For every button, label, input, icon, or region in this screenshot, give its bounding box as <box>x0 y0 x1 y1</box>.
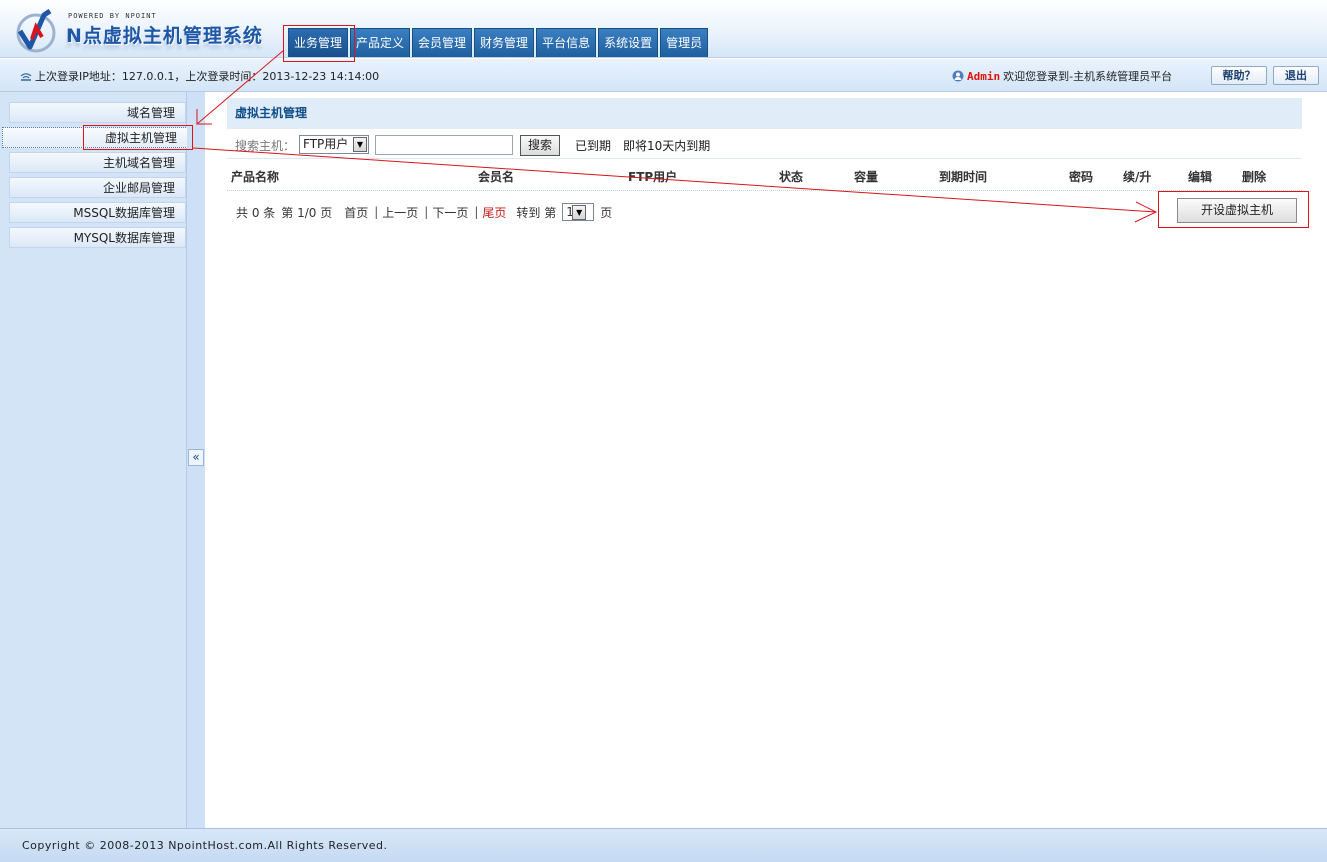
table-header: 产品名称 会员名 FTP用户 状态 容量 到期时间 密码 续/升 编辑 删除 <box>227 161 1302 191</box>
total-count: 共 0 条 <box>236 205 276 220</box>
column-renew-upgrade: 续/升 <box>1123 170 1152 184</box>
column-product-name: 产品名称 <box>231 170 280 184</box>
logout-button[interactable]: 退出 <box>1273 66 1319 85</box>
search-select-value: FTP用户 <box>303 137 349 151</box>
goto-prefix: 转到 第 <box>516 205 557 220</box>
annotation-box-business-tab <box>283 25 355 62</box>
next-page-link[interactable]: 下一页 <box>432 204 468 221</box>
signal-icon <box>20 73 32 81</box>
sidebar-item-host-domain[interactable]: 主机域名管理 <box>9 152 186 173</box>
sidebar: 域名管理 虚拟主机管理 主机域名管理 企业邮局管理 MSSQL数据库管理 MYS… <box>0 92 188 828</box>
search-bar: 搜索主机： FTP用户 ▼ 搜索 已到期 即将10天内到期 <box>227 132 1302 159</box>
column-password: 密码 <box>1069 170 1094 184</box>
search-button[interactable]: 搜索 <box>520 135 560 156</box>
collapse-sidebar-button[interactable]: « <box>188 449 204 466</box>
pager-separator: | <box>374 205 379 219</box>
header: POWERED BY NPOINT N点虚拟主机管理系统 业务管理 产品定义 会… <box>0 0 1327 58</box>
prev-page-link[interactable]: 上一页 <box>382 204 418 221</box>
sidebar-item-mysql[interactable]: MYSQL数据库管理 <box>9 227 186 248</box>
expiring-soon-filter-link[interactable]: 即将10天内到期 <box>623 137 710 154</box>
welcome-text: 欢迎您登录到-主机系统管理员平台 <box>1003 70 1173 83</box>
page-select[interactable]: 1 ▼ <box>562 203 595 221</box>
sidebar-item-enterprise-mail[interactable]: 企业邮局管理 <box>9 177 186 198</box>
help-button[interactable]: 帮助？ <box>1211 66 1267 85</box>
pagination: 共 0 条 第 1/0 页 首页 | 上一页 | 下一页 | 尾页 转到 第 1… <box>236 203 618 221</box>
goto-suffix: 页 <box>600 205 613 220</box>
column-edit: 编辑 <box>1188 170 1213 184</box>
footer: Copyright © 2008-2013 NpointHost.com.All… <box>0 828 1327 862</box>
copyright-text: Copyright © 2008-2013 NpointHost.com.All… <box>22 839 388 852</box>
chevron-down-icon: ▼ <box>353 137 367 152</box>
welcome-message: Admin 欢迎您登录到-主机系统管理员平台 <box>952 68 1172 84</box>
column-status: 状态 <box>779 170 804 184</box>
pager-separator: | <box>424 205 429 219</box>
tab-platform-info[interactable]: 平台信息 <box>536 28 597 57</box>
search-label: 搜索主机： <box>235 139 296 153</box>
tab-finance[interactable]: 财务管理 <box>474 28 535 57</box>
last-login-info: 上次登录IP地址：127.0.0.1，上次登录时间：2013-12-23 14:… <box>20 68 379 84</box>
chevron-down-icon: ▼ <box>572 205 587 220</box>
info-bar: 上次登录IP地址：127.0.0.1，上次登录时间：2013-12-23 14:… <box>0 59 1327 92</box>
user-icon <box>952 70 964 82</box>
column-expiry-time: 到期时间 <box>939 170 988 184</box>
search-field-select[interactable]: FTP用户 ▼ <box>299 135 369 154</box>
tab-product-definition[interactable]: 产品定义 <box>350 28 411 57</box>
last-login-text: 上次登录IP地址：127.0.0.1，上次登录时间：2013-12-23 14:… <box>35 70 380 83</box>
expired-filter-link[interactable]: 已到期 <box>575 137 611 154</box>
npoint-logo-icon <box>16 9 56 53</box>
page-indicator: 第 1/0 页 <box>281 205 333 220</box>
logo: POWERED BY NPOINT N点虚拟主机管理系统 <box>14 9 264 53</box>
tab-members[interactable]: 会员管理 <box>412 28 473 57</box>
first-page-link[interactable]: 首页 <box>344 204 368 221</box>
column-ftp-user: FTP用户 <box>628 170 678 184</box>
last-page-link[interactable]: 尾页 <box>482 204 506 221</box>
sidebar-item-domain[interactable]: 域名管理 <box>9 102 186 123</box>
column-member-name: 会员名 <box>478 170 515 184</box>
column-delete: 删除 <box>1242 170 1267 184</box>
powered-by-text: POWERED BY NPOINT <box>68 12 157 20</box>
search-input[interactable] <box>375 135 513 155</box>
tab-system-settings[interactable]: 系统设置 <box>598 28 659 57</box>
page-title: 虚拟主机管理 <box>227 98 1302 129</box>
sidebar-item-mssql[interactable]: MSSQL数据库管理 <box>9 202 186 223</box>
system-name: N点虚拟主机管理系统 <box>66 25 263 47</box>
column-capacity: 容量 <box>854 170 879 184</box>
tab-administrators[interactable]: 管理员 <box>660 28 709 57</box>
annotation-box-open-host-button <box>1158 191 1309 228</box>
admin-name: Admin <box>967 70 1001 83</box>
pager-separator: | <box>474 205 479 219</box>
annotation-box-virtual-host-item <box>83 125 193 150</box>
